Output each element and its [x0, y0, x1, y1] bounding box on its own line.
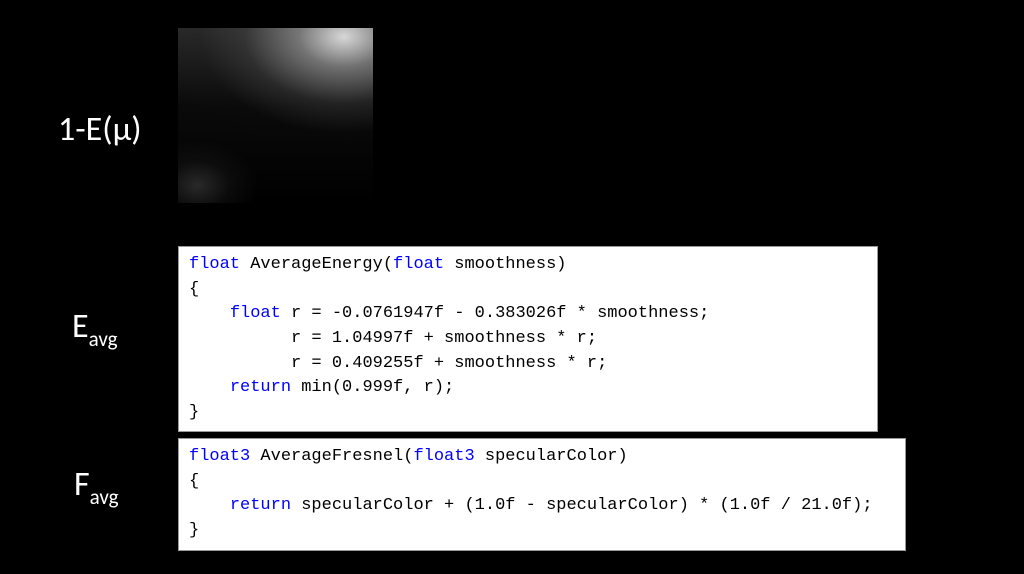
label-energy-loss: 1-E(μ) — [58, 109, 142, 150]
code-text: } — [189, 521, 199, 540]
f-avg-sub: avg — [90, 484, 119, 510]
code-block-average-fresnel: float3 AverageFresnel(float3 specularCol… — [178, 438, 906, 551]
kw-return: return — [230, 496, 291, 515]
e-avg-sub: avg — [89, 326, 118, 352]
code-indent — [189, 329, 291, 348]
kw-float: float — [230, 304, 281, 323]
code-text: r = 1.04997f + smoothness * r; — [291, 329, 597, 348]
code-text: AverageEnergy( — [240, 255, 393, 274]
label-f-avg: Favg — [74, 464, 119, 509]
code-text: AverageFresnel( — [250, 447, 413, 466]
f-avg-base: F — [74, 464, 90, 505]
code-indent — [189, 304, 230, 323]
code-text: { — [189, 472, 199, 491]
kw-float3: float3 — [189, 447, 250, 466]
kw-return: return — [230, 378, 291, 397]
code-text: min(0.999f, r); — [291, 378, 454, 397]
code-text: r = 0.409255f + smoothness * r; — [291, 354, 607, 373]
kw-float3: float3 — [413, 447, 474, 466]
label-e-avg: Eavg — [72, 306, 118, 351]
code-indent — [189, 496, 230, 515]
code-text: specularColor + (1.0f - specularColor) *… — [291, 496, 873, 515]
energy-loss-pre: 1-E( — [58, 109, 113, 150]
kw-float: float — [189, 255, 240, 274]
code-text: { — [189, 280, 199, 299]
kw-float: float — [393, 255, 444, 274]
energy-loss-mu: μ — [113, 109, 132, 150]
code-text: r = -0.0761947f - 0.383026f * smoothness… — [281, 304, 709, 323]
code-indent — [189, 354, 291, 373]
code-block-average-energy: float AverageEnergy(float smoothness) { … — [178, 246, 878, 432]
code-indent — [189, 378, 230, 397]
code-text: } — [189, 403, 199, 422]
e-avg-base: E — [72, 306, 89, 347]
code-text: specularColor) — [475, 447, 628, 466]
energy-loss-gradient-image — [178, 28, 373, 203]
energy-loss-post: ) — [131, 109, 141, 150]
code-text: smoothness) — [444, 255, 566, 274]
